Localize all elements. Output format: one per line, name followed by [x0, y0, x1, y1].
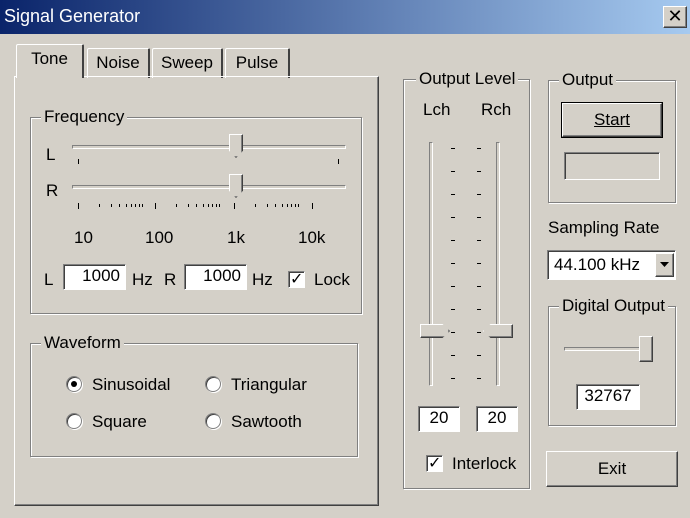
sampling-rate-value: 44.100 kHz: [554, 255, 640, 274]
interlock-label: Interlock: [452, 454, 517, 473]
lock-checkbox[interactable]: ✓: [288, 271, 305, 288]
freq-l-field-label: L: [44, 270, 54, 289]
output-level-group-label: Output Level: [416, 69, 519, 89]
start-button-label: Start: [594, 110, 630, 129]
window-title: Signal Generator: [4, 6, 141, 26]
lch-level-input[interactable]: 20: [418, 406, 460, 432]
check-icon: ✓: [428, 455, 442, 472]
scale-label-100: 100: [145, 228, 174, 247]
interlock-checkbox[interactable]: ✓: [426, 455, 443, 472]
freq-r-thumb[interactable]: [229, 174, 243, 198]
tab-tone-label: Tone: [31, 49, 68, 68]
radio-square[interactable]: [66, 413, 82, 429]
exit-button[interactable]: Exit: [546, 451, 678, 487]
waveform-group-label: Waveform: [41, 333, 124, 353]
freq-l-thumb[interactable]: [229, 134, 243, 158]
close-icon: ✕: [667, 6, 683, 26]
tab-sweep-label: Sweep: [161, 53, 213, 72]
freq-r-field-label: R: [164, 270, 177, 289]
waveform-group: Waveform: [30, 333, 358, 457]
freq-l-unit: Hz: [132, 270, 153, 289]
tab-sweep[interactable]: Sweep: [152, 48, 223, 78]
output-group-label: Output: [559, 70, 617, 90]
close-button[interactable]: ✕: [663, 6, 687, 28]
radio-triangular-label: Triangular: [231, 375, 307, 394]
tab-noise[interactable]: Noise: [87, 48, 150, 78]
tab-noise-label: Noise: [96, 53, 140, 72]
scale-label-10k: 10k: [298, 228, 326, 247]
title-bar[interactable]: Signal Generator ✕: [0, 0, 690, 34]
radio-sawtooth-label: Sawtooth: [231, 412, 302, 431]
digital-output-slider[interactable]: [564, 334, 660, 364]
frequency-slider-l[interactable]: [72, 132, 346, 168]
radio-sawtooth[interactable]: [205, 413, 221, 429]
freq-r-label: R: [46, 181, 59, 200]
lch-thumb[interactable]: [420, 324, 450, 338]
sampling-rate-label: Sampling Rate: [548, 218, 660, 237]
dropdown-button[interactable]: [655, 253, 674, 277]
freq-r-input[interactable]: 1000: [184, 264, 247, 290]
sampling-rate-select[interactable]: 44.100 kHz: [547, 250, 676, 280]
radio-square-label: Square: [92, 412, 147, 431]
rch-level-input[interactable]: 20: [476, 406, 518, 432]
digital-output-input[interactable]: 32767: [576, 384, 640, 410]
radio-sinusoidal[interactable]: [66, 376, 82, 392]
rch-label: Rch: [481, 100, 512, 119]
digital-output-group-label: Digital Output: [559, 296, 668, 316]
tab-pulse[interactable]: Pulse: [225, 48, 290, 78]
tab-pulse-label: Pulse: [235, 53, 279, 72]
check-icon: ✓: [290, 271, 304, 288]
rch-thumb[interactable]: [483, 324, 513, 338]
frequency-group-label: Frequency: [41, 107, 128, 127]
freq-r-unit: Hz: [252, 270, 273, 289]
digital-output-thumb[interactable]: [639, 336, 653, 362]
lch-label: Lch: [423, 100, 451, 119]
chevron-down-icon: [660, 262, 669, 267]
lock-label: Lock: [314, 270, 350, 289]
freq-l-input[interactable]: 1000: [63, 264, 126, 290]
tab-tone[interactable]: Tone: [16, 44, 84, 78]
frequency-scale-ticks: [78, 203, 313, 209]
exit-button-label: Exit: [597, 459, 627, 478]
output-group: Output: [548, 70, 676, 203]
scale-label-1k: 1k: [227, 228, 245, 247]
radio-triangular[interactable]: [205, 376, 221, 392]
radio-sinusoidal-label: Sinusoidal: [92, 375, 171, 394]
frequency-slider-r[interactable]: [72, 170, 346, 214]
freq-l-label: L: [46, 145, 56, 164]
scale-label-10: 10: [74, 228, 93, 247]
start-button[interactable]: Start: [561, 102, 663, 138]
output-status-field: [564, 152, 660, 180]
rch-level-slider[interactable]: [481, 140, 521, 386]
